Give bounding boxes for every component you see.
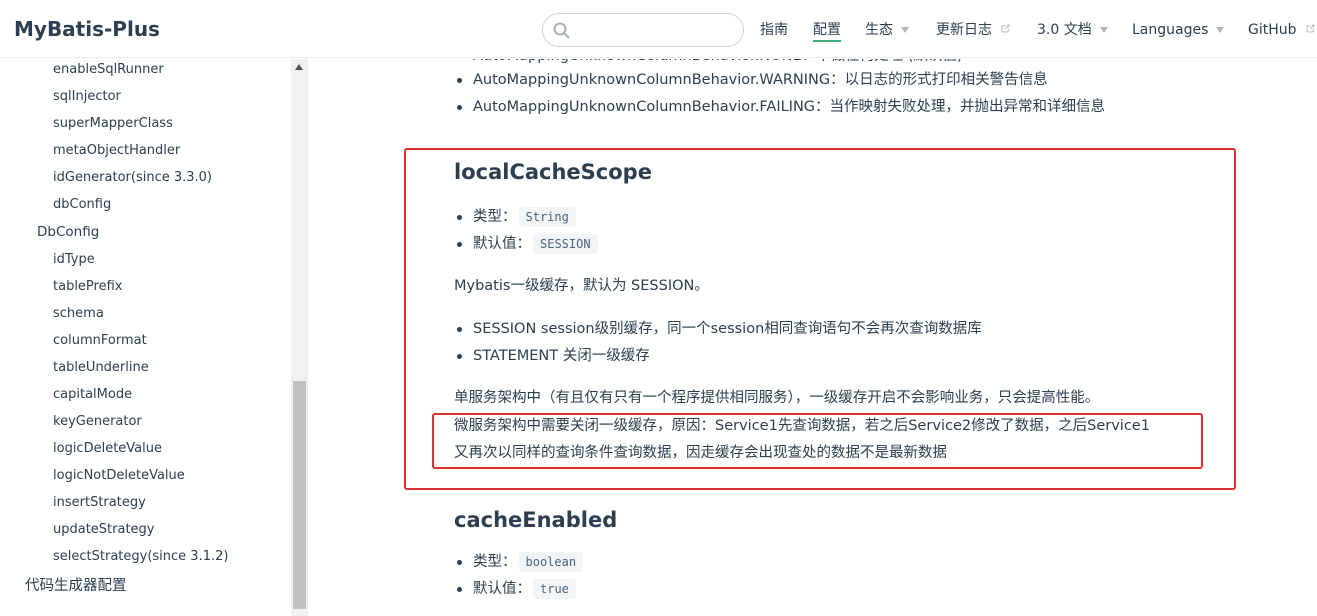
default-label: 默认值：	[473, 236, 531, 252]
nav-guide[interactable]: 指南	[760, 20, 788, 40]
nav-changelog[interactable]: 更新日志	[936, 20, 1011, 40]
type-value: boolean	[518, 552, 584, 572]
nav-docs30-label: 3.0 文档	[1037, 22, 1092, 38]
nav-languages-dropdown[interactable]: Languages	[1132, 20, 1225, 40]
sidebar-item-schema[interactable]: schema	[53, 305, 104, 323]
sidebar-item-tableprefix[interactable]: tablePrefix	[53, 278, 122, 296]
nav-ecosystem-label: 生态	[865, 22, 893, 38]
sidebar-item-dbconfig-link[interactable]: dbConfig	[53, 196, 111, 214]
search-box[interactable]	[542, 13, 744, 47]
sidebar-item-logicnotdeletevalue[interactable]: logicNotDeleteValue	[53, 467, 185, 485]
chevron-down-icon	[1099, 27, 1108, 33]
external-link-icon	[1306, 24, 1315, 33]
sidebar-item-keygenerator[interactable]: keyGenerator	[53, 413, 142, 431]
sidebar-item-capitalmode[interactable]: capitalMode	[53, 386, 132, 404]
paragraph: Mybatis一级缓存，默认为 SESSION。	[454, 278, 709, 294]
sidebar-item-enablesqlrunner[interactable]: enableSqlRunner	[53, 61, 164, 79]
list-item-type: 类型： String	[457, 206, 576, 228]
sidebar-item-supermapperclass[interactable]: superMapperClass	[53, 115, 173, 133]
chevron-down-icon	[901, 27, 909, 33]
nav-github[interactable]: GitHub	[1248, 20, 1316, 40]
sidebar-item-logicdeletevalue[interactable]: logicDeleteValue	[53, 440, 162, 458]
default-label: 默认值：	[473, 581, 531, 597]
scrollbar-thumb[interactable]	[293, 381, 306, 609]
list-item: AutoMappingUnknownColumnBehavior.FAILING…	[456, 96, 1105, 118]
search-icon	[553, 22, 570, 39]
sidebar-item-selectstrategy[interactable]: selectStrategy(since 3.1.2)	[53, 548, 228, 566]
sidebar-scrollbar[interactable]	[291, 59, 307, 616]
nav-ecosystem-dropdown[interactable]: 生态	[865, 20, 909, 40]
default-value: true	[533, 579, 576, 599]
list-item: STATEMENT 关闭一级缓存	[457, 345, 650, 367]
external-link-icon	[1002, 24, 1010, 33]
sidebar-group-dbconfig[interactable]: DbConfig	[37, 223, 99, 241]
nav-docs30-dropdown[interactable]: 3.0 文档	[1037, 20, 1108, 40]
chevron-down-icon	[1216, 27, 1225, 33]
paragraph: 又再次以同样的查询条件查询数据，因走缓存会出现查处的数据不是最新数据	[454, 445, 947, 461]
sidebar-item-updatestrategy[interactable]: updateStrategy	[53, 521, 155, 539]
section-heading-localcachescope: localCacheScope	[454, 160, 652, 184]
main-content: AutoMappingUnknownColumnBehavior.NONE：不做…	[309, 59, 1317, 616]
list-item: AutoMappingUnknownColumnBehavior.WARNING…	[457, 69, 1048, 91]
site-name-link[interactable]: MyBatis-Plus	[14, 17, 160, 41]
list-item-type: 类型： boolean	[456, 551, 584, 573]
list-item-default: 默认值： SESSION	[457, 233, 598, 255]
nav-changelog-label: 更新日志	[936, 22, 992, 38]
sidebar-item-columnformat[interactable]: columnFormat	[53, 332, 147, 350]
paragraph: 单服务架构中（有且仅有只有一个程序提供相同服务），一级缓存开启不会影响业务，只会…	[454, 390, 1100, 406]
default-value: SESSION	[533, 234, 598, 254]
list-item: AutoMappingUnknownColumnBehavior.NONE：不做…	[473, 59, 963, 67]
nav-config[interactable]: 配置	[813, 20, 841, 42]
nav-github-label: GitHub	[1248, 22, 1297, 38]
list-item-default: 默认值： true	[457, 578, 576, 600]
section-heading-cacheenabled: cacheEnabled	[454, 508, 618, 532]
sidebar-group-codegen[interactable]: 代码生成器配置	[25, 577, 127, 595]
scroll-up-arrow-icon[interactable]	[295, 64, 303, 70]
paragraph: 微服务架构中需要关闭一级缓存，原因：Service1先查询数据，若之后Servi…	[454, 418, 1150, 434]
sidebar-item-idtype[interactable]: idType	[53, 251, 95, 269]
type-label: 类型：	[473, 554, 517, 570]
sidebar-item-insertstrategy[interactable]: insertStrategy	[53, 494, 146, 512]
type-label: 类型：	[473, 209, 517, 225]
search-input[interactable]	[575, 20, 735, 40]
sidebar-item-sqlinjector[interactable]: sqlInjector	[53, 88, 121, 106]
sidebar-item-idgenerator[interactable]: idGenerator(since 3.3.0)	[53, 169, 212, 187]
sidebar-item-metaobjecthandler[interactable]: metaObjectHandler	[53, 142, 180, 160]
nav-languages-label: Languages	[1132, 22, 1209, 38]
sidebar-item-tableunderline[interactable]: tableUnderline	[53, 359, 149, 377]
list-item: SESSION session级别缓存，同一个session相同查询语句不会再次…	[457, 318, 982, 340]
navbar: MyBatis-Plus 指南 配置 生态 更新日志 3.0 文档 Langua…	[0, 0, 1317, 58]
type-value: String	[518, 207, 576, 227]
sidebar: enableSqlRunner sqlInjector superMapperC…	[0, 59, 308, 616]
